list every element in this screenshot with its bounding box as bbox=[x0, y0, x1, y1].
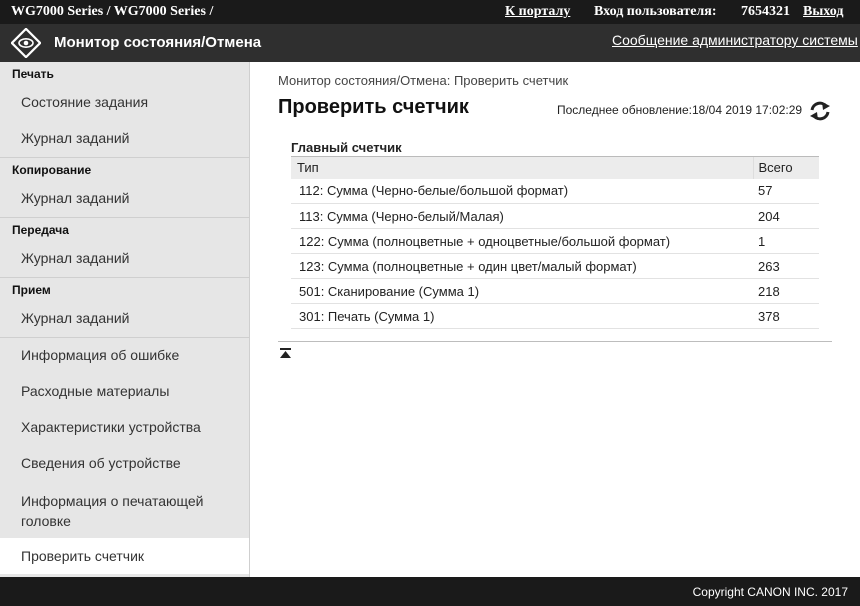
sidebar-divider bbox=[0, 157, 249, 158]
top-bar: WG7000 Series / WG7000 Series / К портал… bbox=[0, 0, 860, 24]
user-id: 7654321 bbox=[741, 4, 790, 19]
sidebar-section-send: Передача bbox=[12, 223, 69, 237]
counter-total-cell: 378 bbox=[753, 303, 819, 329]
device-name: WG7000 Series / WG7000 Series / bbox=[11, 4, 214, 19]
column-header-type: Тип bbox=[291, 156, 753, 179]
copyright-text: Copyright CANON INC. 2017 bbox=[692, 585, 848, 599]
page-title: Проверить счетчик bbox=[278, 96, 469, 118]
refresh-icon[interactable] bbox=[808, 100, 832, 122]
footer: Copyright CANON INC. 2017 bbox=[0, 577, 860, 606]
logout-link[interactable]: Выход bbox=[803, 4, 843, 20]
back-to-top-icon[interactable] bbox=[279, 347, 292, 360]
sidebar-item-receive-job-log[interactable]: Журнал заданий bbox=[0, 310, 249, 326]
main-content: Монитор состояния/Отмена: Проверить счет… bbox=[250, 62, 860, 577]
table-row: 122: Сумма (полноцветные + одноцветные/б… bbox=[291, 228, 819, 254]
sidebar-item-printhead-info[interactable]: Информация о печатающей головке bbox=[0, 491, 230, 531]
sidebar-item-device-features[interactable]: Характеристики устройства bbox=[0, 419, 249, 435]
content-divider bbox=[278, 341, 832, 342]
sidebar-divider bbox=[0, 337, 249, 338]
sidebar-item-consumables[interactable]: Расходные материалы bbox=[0, 383, 249, 399]
counter-total-cell: 1 bbox=[753, 228, 819, 254]
last-update-text: Последнее обновление:18/04 2019 17:02:29 bbox=[557, 103, 803, 117]
counter-title: Главный счетчик bbox=[291, 140, 402, 155]
login-label: Вход пользователя: bbox=[594, 4, 717, 19]
sidebar-divider bbox=[0, 277, 249, 278]
sidebar-section-print: Печать bbox=[12, 67, 54, 81]
counter-total-cell: 263 bbox=[753, 253, 819, 279]
admin-message-link[interactable]: Сообщение администратору системы bbox=[612, 32, 858, 48]
portal-link[interactable]: К порталу bbox=[505, 4, 570, 20]
sidebar-item-print-job-log[interactable]: Журнал заданий bbox=[0, 130, 249, 146]
table-row: 123: Сумма (полноцветные + один цвет/мал… bbox=[291, 253, 819, 279]
counter-table: Тип Всего 112: Сумма (Черно-белые/большо… bbox=[291, 156, 819, 329]
sidebar-item-copy-job-log[interactable]: Журнал заданий bbox=[0, 190, 249, 206]
counter-type-cell: 122: Сумма (полноцветные + одноцветные/б… bbox=[291, 228, 753, 254]
table-row: 301: Печать (Сумма 1) 378 bbox=[291, 303, 819, 329]
sidebar-item-send-job-log[interactable]: Журнал заданий bbox=[0, 250, 249, 266]
sidebar-section-copy: Копирование bbox=[12, 163, 92, 177]
counter-type-cell: 301: Печать (Сумма 1) bbox=[291, 303, 753, 329]
counter-type-cell: 113: Сумма (Черно-белый/Малая) bbox=[291, 203, 753, 229]
header-bar: Монитор состояния/Отмена Сообщение админ… bbox=[0, 24, 860, 62]
breadcrumb: Монитор состояния/Отмена: Проверить счет… bbox=[278, 73, 569, 88]
page-header-title: Монитор состояния/Отмена bbox=[54, 34, 262, 51]
counter-type-cell: 501: Сканирование (Сумма 1) bbox=[291, 278, 753, 304]
sidebar-item-print-job-status[interactable]: Состояние задания bbox=[0, 94, 249, 110]
counter-total-cell: 218 bbox=[753, 278, 819, 304]
sidebar-item-device-info[interactable]: Сведения об устройстве bbox=[0, 455, 249, 471]
sidebar: Печать Состояние задания Журнал заданий … bbox=[0, 62, 250, 577]
counter-type-cell: 112: Сумма (Черно-белые/большой формат) bbox=[291, 178, 753, 204]
sidebar-divider bbox=[0, 217, 249, 218]
sidebar-section-receive: Прием bbox=[12, 283, 51, 297]
counter-total-cell: 204 bbox=[753, 203, 819, 229]
sidebar-item-error-info[interactable]: Информация об ошибке bbox=[0, 347, 249, 363]
table-row: 113: Сумма (Черно-белый/Малая) 204 bbox=[291, 203, 819, 229]
counter-type-cell: 123: Сумма (полноцветные + один цвет/мал… bbox=[291, 253, 753, 279]
canon-eye-logo-icon bbox=[11, 28, 41, 58]
table-row: 112: Сумма (Черно-белые/большой формат) … bbox=[291, 178, 819, 204]
counter-total-cell: 57 bbox=[753, 178, 819, 204]
table-row: 501: Сканирование (Сумма 1) 218 bbox=[291, 278, 819, 304]
sidebar-item-check-counter[interactable]: Проверить счетчик bbox=[0, 538, 249, 574]
table-header-row: Тип Всего bbox=[291, 156, 819, 179]
column-header-total: Всего bbox=[752, 156, 819, 179]
